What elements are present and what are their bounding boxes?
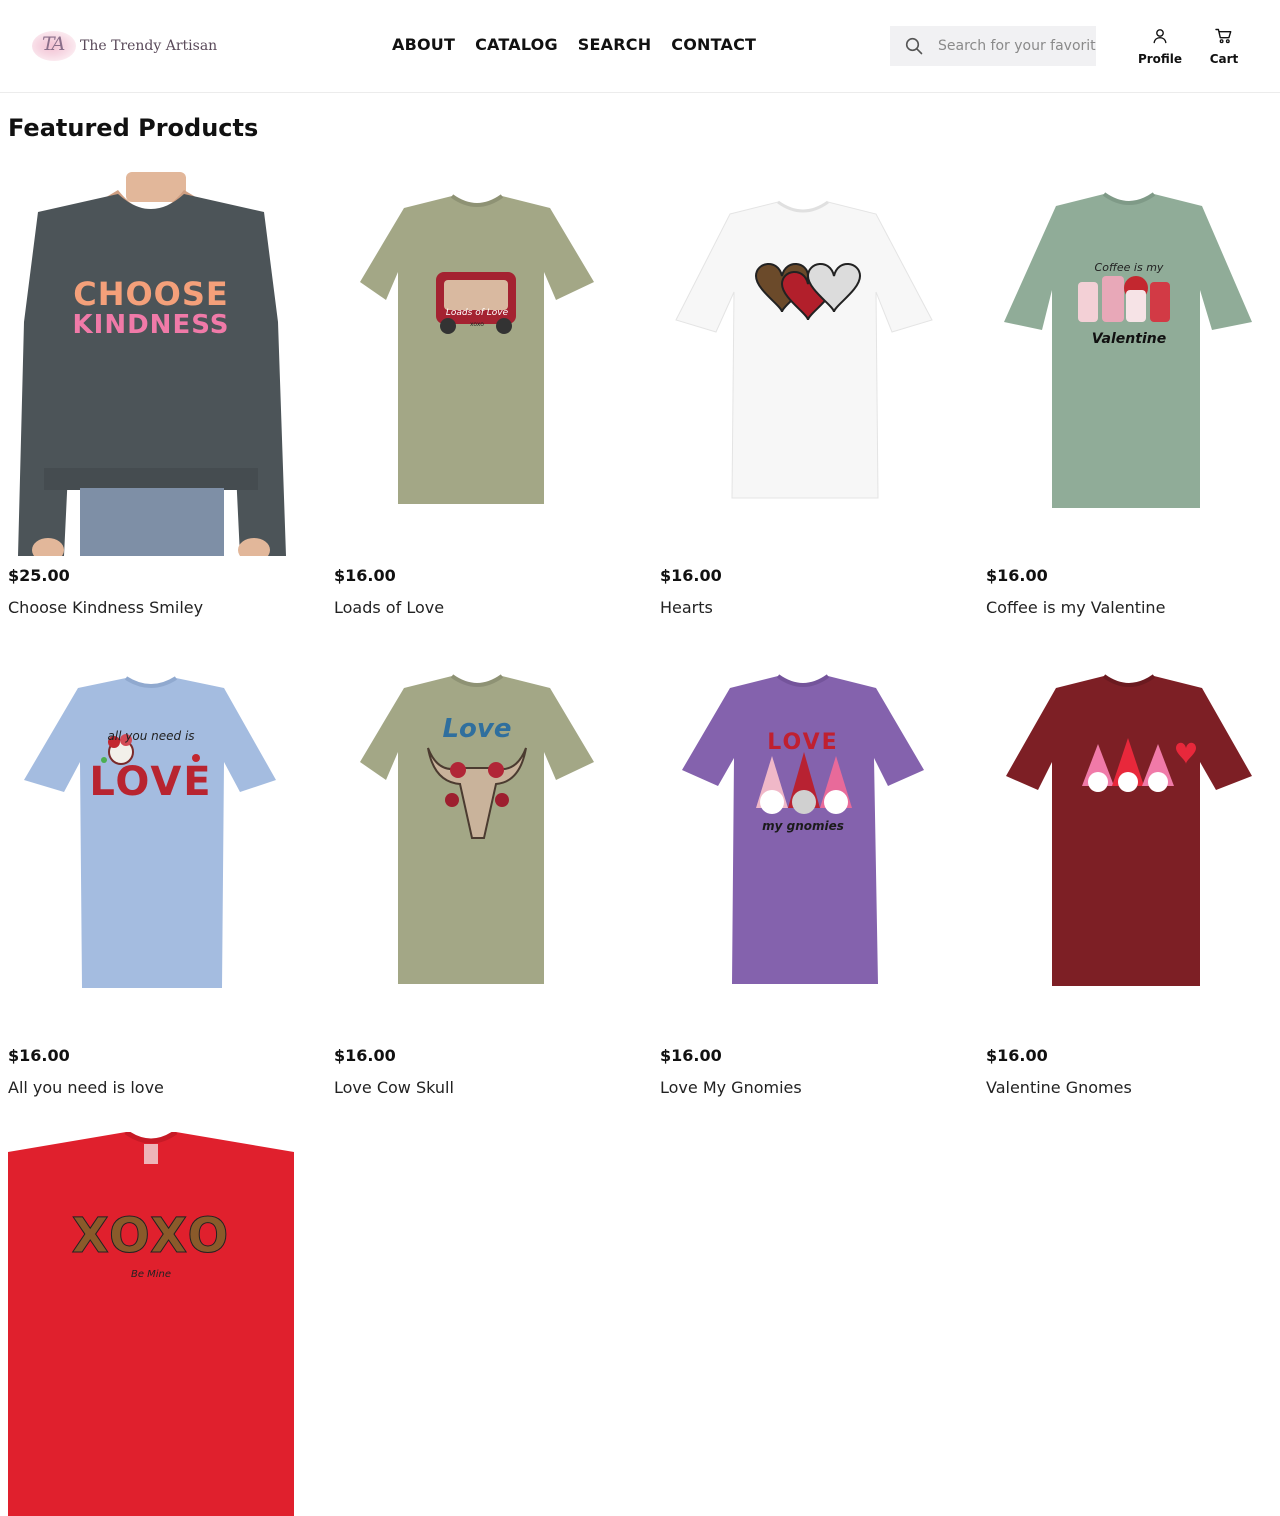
profile-label: Profile	[1137, 52, 1183, 66]
product-price: $16.00	[986, 1046, 1048, 1065]
product-image[interactable]: Love	[334, 652, 620, 1036]
product-print-text: Be Mine	[130, 1269, 172, 1280]
product-print-text: Loads of Love	[445, 308, 509, 318]
product-image[interactable]: all you need is LOVE	[8, 652, 294, 1036]
nav-about[interactable]: ABOUT	[392, 35, 455, 54]
product-card[interactable]: all you need is LOVE $16.00 All you need…	[8, 652, 294, 1097]
product-card[interactable]: Loads of Love xoxo $16.00 Loads of Love	[334, 172, 620, 617]
product-image[interactable]: Coffee is my Valentine	[986, 172, 1272, 556]
search-box	[890, 26, 1096, 66]
brand-name: The Trendy Artisan	[80, 38, 218, 54]
nav-contact[interactable]: CONTACT	[671, 35, 756, 54]
product-print-text: Coffee is my	[1094, 261, 1164, 274]
product-name[interactable]: Love My Gnomies	[660, 1078, 946, 1097]
product-name[interactable]: All you need is love	[8, 1078, 294, 1097]
nav-search[interactable]: SEARCH	[578, 35, 652, 54]
product-image[interactable]	[986, 652, 1272, 1036]
product-print-text: my gnomies	[762, 819, 844, 833]
product-price: $25.00	[8, 566, 70, 585]
brand-logo[interactable]: TA The Trendy Artisan	[30, 26, 217, 66]
logo-mark-icon: TA	[30, 27, 78, 65]
product-name[interactable]: Choose Kindness Smiley	[8, 598, 294, 617]
cart-icon	[1215, 28, 1233, 48]
product-name[interactable]: Love Cow Skull	[334, 1078, 620, 1097]
product-price: $16.00	[986, 566, 1048, 585]
product-card[interactable]: XOXO Be Mine	[8, 1132, 294, 1516]
product-name[interactable]: Loads of Love	[334, 598, 620, 617]
product-image[interactable]: XOXO Be Mine	[8, 1132, 294, 1516]
product-card[interactable]: $16.00 Valentine Gnomes	[986, 652, 1272, 1097]
product-print-text: xoxo	[470, 321, 484, 328]
product-name[interactable]: Coffee is my Valentine	[986, 598, 1272, 617]
product-print-text: LOVE	[767, 730, 839, 755]
product-print-text: Valentine	[1091, 331, 1167, 347]
product-price: $16.00	[8, 1046, 70, 1065]
product-print-text: CHOOSE	[73, 275, 229, 313]
main-nav: ABOUT CATALOG SEARCH CONTACT	[392, 35, 756, 54]
profile-button[interactable]: Profile	[1138, 28, 1182, 66]
product-price: $16.00	[334, 1046, 396, 1065]
search-input[interactable]	[938, 26, 1096, 66]
product-print-text: all you need is	[107, 729, 195, 743]
product-card[interactable]: $16.00 Hearts	[660, 172, 946, 617]
product-price: $16.00	[660, 566, 722, 585]
product-image[interactable]	[660, 172, 946, 556]
cart-label: Cart	[1209, 52, 1239, 66]
site-header: TA The Trendy Artisan ABOUT CATALOG SEAR…	[0, 0, 1280, 93]
product-print-text: KINDNESS	[72, 310, 230, 340]
product-card[interactable]: Coffee is my Valentine $16.00 Coffee is …	[986, 172, 1272, 617]
product-card[interactable]: Love $16.00 Love Cow Skull	[334, 652, 620, 1097]
product-print-text: LOVE	[89, 759, 213, 805]
search-icon[interactable]	[890, 26, 938, 66]
product-print-text: Love	[442, 714, 512, 744]
nav-catalog[interactable]: CATALOG	[475, 35, 558, 54]
product-name[interactable]: Valentine Gnomes	[986, 1078, 1272, 1097]
user-icon	[1152, 28, 1168, 48]
product-card[interactable]: LOVE my gnomies $16.00 Love My Gnomies	[660, 652, 946, 1097]
section-title: Featured Products	[8, 114, 259, 142]
product-name[interactable]: Hearts	[660, 598, 946, 617]
product-price: $16.00	[660, 1046, 722, 1065]
product-card[interactable]: CHOOSE KINDNESS $25.00 Choose Kindness S…	[8, 172, 294, 617]
product-image[interactable]: CHOOSE KINDNESS	[8, 172, 294, 556]
product-image[interactable]: LOVE my gnomies	[660, 652, 946, 1036]
product-print-text: XOXO	[71, 1208, 231, 1264]
product-price: $16.00	[334, 566, 396, 585]
product-image[interactable]: Loads of Love xoxo	[334, 172, 620, 556]
cart-button[interactable]: Cart	[1206, 28, 1242, 66]
